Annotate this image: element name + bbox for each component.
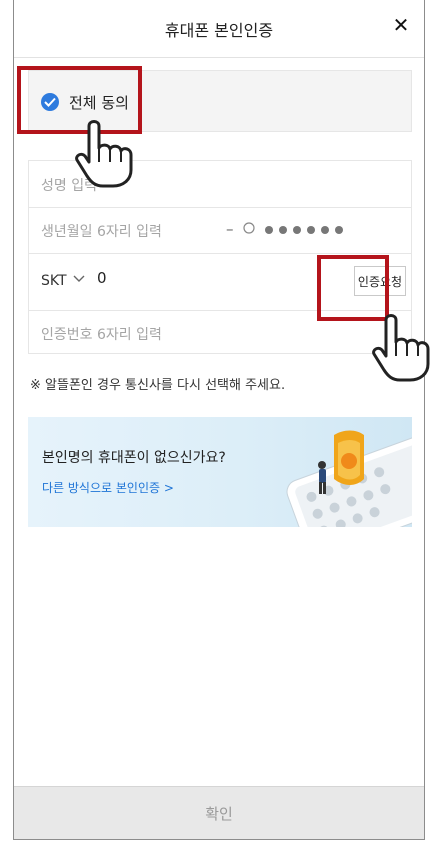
birth-id-field[interactable]: 생년월일 6자리 입력 – [29, 207, 411, 254]
chevron-down-icon[interactable] [73, 275, 85, 283]
alt-auth-banner[interactable]: 본인명의 휴대폰이 없으신가요? 다른 방식으로 본인인증 > [28, 417, 412, 527]
modal-header: 휴대폰 본인인증 ✕ [14, 0, 424, 58]
phone-input[interactable]: 0 [97, 269, 107, 287]
confirm-button[interactable]: 확인 [14, 803, 424, 824]
pointer-hand-icon [75, 120, 133, 188]
code-placeholder: 인증번호 6자리 입력 [41, 327, 162, 343]
banner-title: 본인명의 휴대폰이 없으신가요? [42, 450, 226, 466]
pointer-hand-icon-2 [372, 314, 430, 382]
confirm-bar[interactable]: 확인 [14, 786, 424, 839]
phone-illustration [286, 430, 412, 527]
id-dash: – [226, 220, 234, 238]
id-masked-digits-icon[interactable] [243, 222, 355, 236]
birth-placeholder: 생년월일 6자리 입력 [41, 224, 162, 240]
carrier-select[interactable]: SKT [41, 273, 67, 289]
alt-auth-link[interactable]: 다른 방식으로 본인인증 > [42, 479, 174, 496]
carrier-notice: ※ 알뜰폰인 경우 통신사를 다시 선택해 주세요. [30, 378, 286, 393]
close-icon[interactable]: ✕ [390, 14, 412, 36]
modal-title: 휴대폰 본인인증 [164, 21, 274, 40]
